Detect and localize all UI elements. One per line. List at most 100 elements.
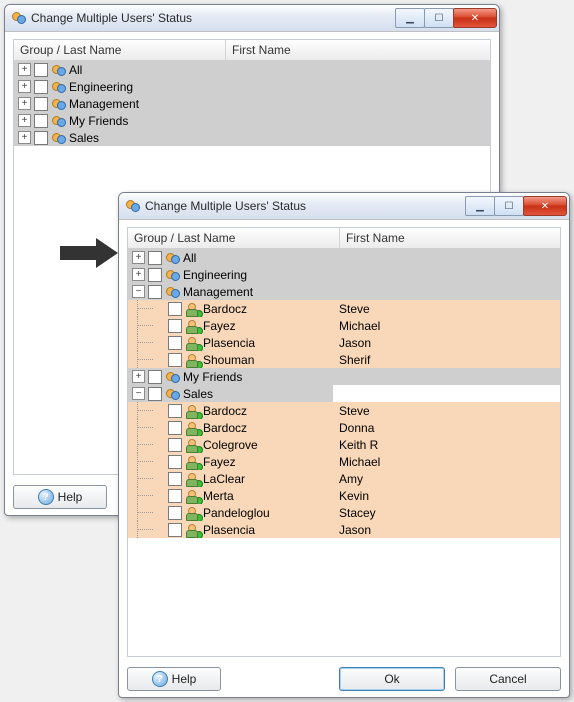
minimize-button[interactable]: ▁ (465, 196, 495, 216)
cancel-button[interactable]: Cancel (455, 667, 561, 691)
tree-person-row[interactable]: FayezMichael (128, 317, 560, 334)
maximize-button[interactable]: ☐ (494, 196, 524, 216)
first-name: Michael (333, 319, 380, 333)
minimize-button[interactable]: ▁ (395, 8, 425, 28)
tree-group-row[interactable]: +All (14, 61, 490, 78)
column-group-lastname[interactable]: Group / Last Name (14, 40, 226, 60)
last-name: Colegrove (203, 438, 258, 452)
tree-person-row[interactable]: ShoumanSherif (128, 351, 560, 368)
expand-toggle[interactable]: + (18, 131, 31, 144)
tree-group-row[interactable]: +Engineering (14, 78, 490, 95)
help-button[interactable]: ? Help (13, 485, 107, 509)
app-icon (125, 198, 141, 214)
person-icon (185, 455, 201, 469)
column-firstname[interactable]: First Name (340, 228, 560, 248)
first-name: Michael (333, 455, 380, 469)
tree-connector (128, 402, 150, 419)
checkbox[interactable] (168, 506, 182, 520)
person-icon (185, 489, 201, 503)
tree-group-row[interactable]: +All (128, 249, 560, 266)
tree-connector (128, 436, 150, 453)
tree-rows: +All+Engineering−Management Bardocz Steve F… (128, 249, 560, 538)
column-group-lastname[interactable]: Group / Last Name (128, 228, 340, 248)
last-name: Bardocz (203, 404, 247, 418)
checkbox[interactable] (34, 114, 48, 128)
person-icon (185, 319, 201, 333)
checkbox[interactable] (148, 370, 162, 384)
tree-group-row[interactable]: +My Friends (14, 112, 490, 129)
checkbox[interactable] (168, 472, 182, 486)
column-firstname[interactable]: First Name (226, 40, 490, 60)
tree-person-row[interactable]: BardoczSteve (128, 300, 560, 317)
checkbox[interactable] (148, 285, 162, 299)
titlebar[interactable]: Change Multiple Users' Status ▁ ☐ ✕ (5, 5, 499, 32)
checkbox[interactable] (34, 97, 48, 111)
expand-toggle[interactable]: + (132, 370, 145, 383)
tree-connector (128, 487, 150, 504)
expand-toggle[interactable]: + (18, 63, 31, 76)
status-dot-icon (195, 310, 203, 318)
tree-person-row[interactable]: LaClearAmy (128, 470, 560, 487)
window-buttons: ▁ ☐ ✕ (396, 8, 497, 28)
status-dot-icon (195, 497, 203, 505)
checkbox[interactable] (168, 455, 182, 469)
expand-toggle[interactable]: + (18, 97, 31, 110)
checkbox[interactable] (34, 131, 48, 145)
tree-group-row[interactable]: + My Friends (128, 368, 560, 385)
tree-person-row[interactable]: MertaKevin (128, 487, 560, 504)
window-title: Change Multiple Users' Status (141, 199, 466, 213)
ok-button[interactable]: Ok (339, 667, 445, 691)
tree-person-row[interactable]: BardoczDonna (128, 419, 560, 436)
first-name: Keith R (333, 438, 378, 452)
status-dot-icon (195, 344, 203, 352)
tree-panel: Group / Last Name First Name +All+Engine… (127, 227, 561, 657)
close-button[interactable]: ✕ (523, 196, 567, 216)
last-name: LaClear (203, 472, 245, 486)
tree-group-row[interactable]: + Sales (14, 129, 490, 146)
checkbox[interactable] (168, 438, 182, 452)
checkbox[interactable] (168, 421, 182, 435)
expand-toggle[interactable]: + (132, 268, 145, 281)
checkbox[interactable] (168, 523, 182, 537)
person-icon (185, 302, 201, 316)
checkbox[interactable] (168, 353, 182, 367)
titlebar[interactable]: Change Multiple Users' Status ▁ ☐ ✕ (119, 193, 569, 220)
first-name: Jason (333, 336, 371, 350)
checkbox[interactable] (34, 63, 48, 77)
group-label: My Friends (183, 370, 242, 384)
checkbox[interactable] (168, 319, 182, 333)
checkbox[interactable] (168, 302, 182, 316)
expand-toggle[interactable]: − (132, 387, 145, 400)
tree-person-row[interactable]: PlasenciaJason (128, 521, 560, 538)
tree-person-row[interactable]: FayezMichael (128, 453, 560, 470)
tree-person-row[interactable]: Pandeloglou Stacey (128, 504, 560, 521)
window-buttons: ▁ ☐ ✕ (466, 196, 567, 216)
tree-person-row[interactable]: Colegrove Keith R (128, 436, 560, 453)
checkbox[interactable] (168, 404, 182, 418)
maximize-button[interactable]: ☐ (424, 8, 454, 28)
status-dot-icon (195, 412, 203, 420)
tree-group-row[interactable]: −Sales (128, 385, 560, 402)
expand-toggle[interactable]: + (18, 114, 31, 127)
first-name: Stacey (333, 506, 376, 520)
checkbox[interactable] (148, 251, 162, 265)
checkbox[interactable] (168, 489, 182, 503)
checkbox[interactable] (148, 268, 162, 282)
first-name: Steve (333, 404, 370, 418)
checkbox[interactable] (168, 336, 182, 350)
group-icon (165, 268, 181, 282)
expand-toggle[interactable]: + (18, 80, 31, 93)
checkbox[interactable] (34, 80, 48, 94)
tree-group-row[interactable]: +Engineering (128, 266, 560, 283)
expand-toggle[interactable]: − (132, 285, 145, 298)
tree-person-row[interactable]: Bardocz Steve (128, 402, 560, 419)
close-button[interactable]: ✕ (453, 8, 497, 28)
checkbox[interactable] (148, 387, 162, 401)
group-label: Sales (69, 131, 99, 145)
tree-group-row[interactable]: +Management (14, 95, 490, 112)
tree-group-row[interactable]: −Management (128, 283, 560, 300)
tree-person-row[interactable]: PlasenciaJason (128, 334, 560, 351)
last-name: Pandeloglou (203, 506, 270, 520)
expand-toggle[interactable]: + (132, 251, 145, 264)
help-button[interactable]: ? Help (127, 667, 221, 691)
